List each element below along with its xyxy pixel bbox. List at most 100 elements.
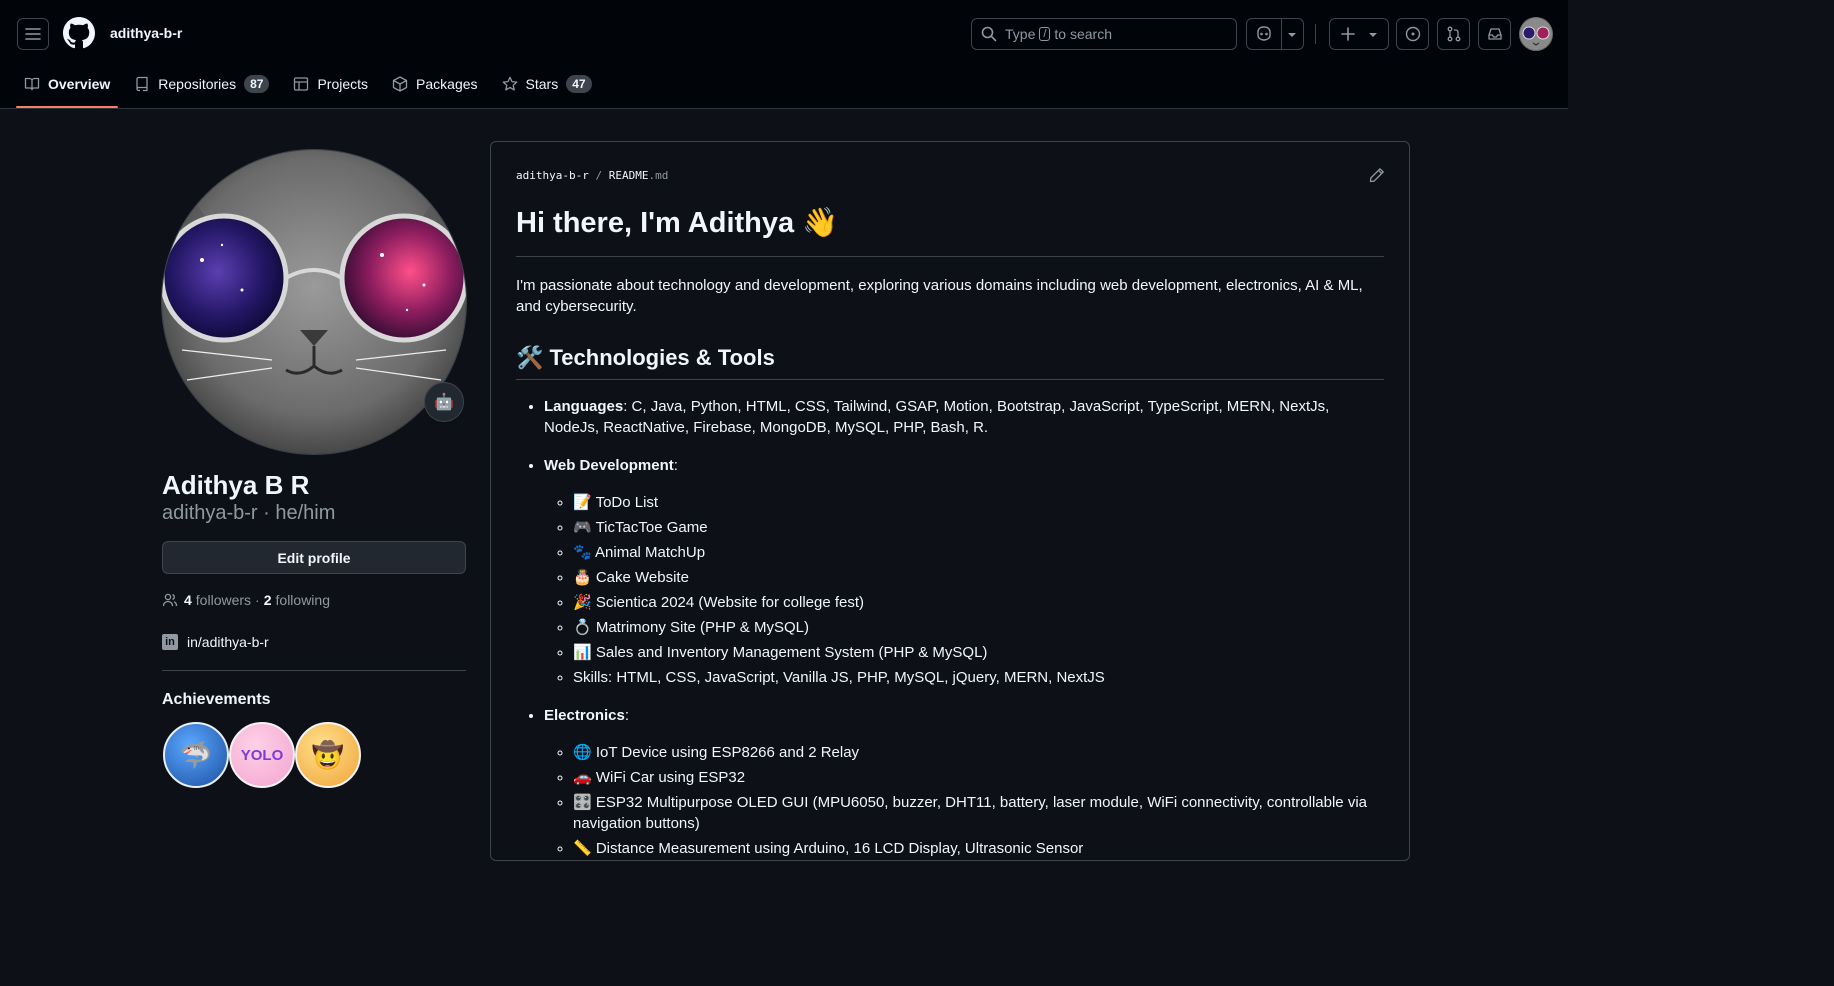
electronics-item: Electronics: 🌐 IoT Device using ESP8266 … <box>544 705 1384 859</box>
edit-readme-button[interactable] <box>1369 167 1385 183</box>
list-item: 🎮 TicTacToe Game <box>573 517 1384 538</box>
cowboy-icon: 🤠 <box>311 739 345 770</box>
list-item: 🚗 WiFi Car using ESP32 <box>573 767 1384 788</box>
list-item: 🎉 Scientica 2024 (Website for college fe… <box>573 592 1384 613</box>
tab-overview[interactable]: Overview <box>16 66 119 108</box>
follow-stats: 4 followers · 2 following <box>162 592 330 608</box>
tab-stars[interactable]: Stars 47 <box>494 66 600 102</box>
linkedin-handle: in/adithya-b-r <box>187 634 269 650</box>
create-chevron-down-icon <box>1368 30 1378 40</box>
readme-content: Hi there, I'm Adithya 👋 I'm passionate a… <box>516 202 1384 876</box>
tools-heading: 🛠️ Technologies & Tools <box>516 343 1384 380</box>
readme-path-user[interactable]: adithya-b-r <box>516 169 589 182</box>
profile-avatar[interactable] <box>162 150 466 454</box>
electronics-colon: : <box>624 707 630 724</box>
following-link[interactable]: 2 following <box>264 592 330 608</box>
repo-icon <box>134 76 150 92</box>
list-item: 🎂 Cake Website <box>573 567 1384 588</box>
list-item: 🌐 IoT Device using ESP8266 and 2 Relay <box>573 742 1384 763</box>
tab-overview-label: Overview <box>48 76 111 92</box>
languages-text: : C, Java, Python, HTML, CSS, Tailwind, … <box>544 398 1330 436</box>
readme-heading: Hi there, I'm Adithya 👋 <box>516 202 1384 257</box>
header-username[interactable]: adithya-b-r <box>110 25 182 41</box>
github-logo-icon[interactable] <box>63 17 95 49</box>
list-item: 🎛️ ESP32 Multipurpose OLED GUI (MPU6050,… <box>573 792 1384 834</box>
copilot-icon[interactable] <box>1255 26 1273 42</box>
achievement-badge-cowboy[interactable]: 🤠 <box>295 722 361 788</box>
list-item: 💍 Matrimony Site (PHP & MySQL) <box>573 617 1384 638</box>
inbox-icon <box>1487 28 1502 40</box>
search-icon <box>981 26 997 42</box>
hamburger-icon <box>25 28 41 40</box>
book-icon <box>24 76 40 92</box>
readme-path-ext: .md <box>648 169 669 182</box>
tools-list: Languages: C, Java, Python, HTML, CSS, T… <box>516 396 1384 859</box>
status-emoji-button[interactable]: 🤖 <box>424 382 464 422</box>
menu-button[interactable] <box>17 18 49 50</box>
readme-intro: I'm passionate about technology and deve… <box>516 277 1363 315</box>
cat-avatar-image <box>1519 17 1553 51</box>
people-icon <box>162 592 178 608</box>
achievement-badge-yolo[interactable]: YOLO <box>229 722 295 788</box>
languages-item: Languages: C, Java, Python, HTML, CSS, T… <box>544 396 1384 438</box>
global-header: adithya-b-r Type / to search Overview Re… <box>0 0 1568 109</box>
list-item: Skills: HTML, CSS, JavaScript, Vanilla J… <box>573 667 1384 688</box>
search-suffix: to search <box>1054 26 1113 42</box>
tab-packages-label: Packages <box>416 76 478 92</box>
readme-path: adithya-b-r / README.md <box>516 169 668 182</box>
linkedin-icon: in <box>162 634 178 650</box>
achievements-heading: Achievements <box>162 691 271 708</box>
shark-icon: 🦈 <box>179 739 213 770</box>
tab-stars-label: Stars <box>525 76 559 92</box>
readme-path-separator: / <box>595 169 603 182</box>
followers-link[interactable]: 4 followers <box>184 592 251 608</box>
package-icon <box>392 76 408 92</box>
tab-projects-label: Projects <box>317 76 369 92</box>
following-count: 2 <box>263 592 272 608</box>
list-item: 📝 ToDo List <box>573 492 1384 513</box>
pencil-icon <box>1369 168 1384 183</box>
octocat-status-icon: 🤖 <box>434 394 454 411</box>
table-icon <box>293 76 309 92</box>
electronics-label: Electronics <box>544 707 625 724</box>
followers-label: followers <box>195 592 252 608</box>
stars-count-badge: 47 <box>566 75 592 93</box>
tab-packages[interactable]: Packages <box>384 66 485 102</box>
copilot-split-divider <box>1281 19 1282 49</box>
following-label: following <box>275 592 330 608</box>
profile-full-name: Adithya B R <box>162 470 310 500</box>
follow-separator: · <box>255 592 260 608</box>
repositories-count-badge: 87 <box>244 75 270 93</box>
linkedin-link[interactable]: in in/adithya-b-r <box>162 634 269 650</box>
cat-with-galaxy-glasses-image <box>162 150 466 454</box>
pull-requests-button[interactable] <box>1437 18 1470 50</box>
languages-label: Languages <box>544 398 624 415</box>
search-prefix: Type <box>1005 26 1036 42</box>
header-separator <box>1315 24 1316 44</box>
readme-card: adithya-b-r / README.md Hi there, I'm Ad… <box>490 141 1410 861</box>
achievement-badge-shark[interactable]: 🦈 <box>163 722 229 788</box>
list-item: 📏 Distance Measurement using Arduino, 16… <box>573 838 1384 859</box>
search-input[interactable]: Type / to search <box>971 18 1237 50</box>
sidebar-divider <box>162 670 466 671</box>
electronics-projects-list: 🌐 IoT Device using ESP8266 and 2 Relay 🚗… <box>544 742 1384 859</box>
list-item: 🐾 Animal MatchUp <box>573 542 1384 563</box>
user-avatar-menu[interactable] <box>1519 17 1553 51</box>
profile-tabs: Overview Repositories 87 Projects Packag… <box>16 66 608 108</box>
followers-count: 4 <box>184 592 192 608</box>
copilot-button-group <box>1246 18 1304 50</box>
search-shortcut-key: / <box>1039 27 1051 41</box>
tab-repositories-label: Repositories <box>158 76 237 92</box>
yolo-icon: YOLO <box>240 746 284 764</box>
web-development-colon: : <box>673 457 678 474</box>
tab-projects[interactable]: Projects <box>285 66 376 102</box>
issues-button[interactable] <box>1396 18 1429 50</box>
inbox-button[interactable] <box>1478 18 1511 50</box>
tab-repositories[interactable]: Repositories 87 <box>126 66 277 102</box>
edit-profile-button[interactable]: Edit profile <box>162 541 466 574</box>
web-development-item: Web Development: 📝 ToDo List 🎮 TicTacToe… <box>544 455 1384 688</box>
copilot-chevron-down-icon[interactable] <box>1287 30 1297 40</box>
create-new-button[interactable] <box>1329 18 1389 50</box>
list-item: 📊 Sales and Inventory Management System … <box>573 642 1384 663</box>
issue-opened-icon <box>1405 26 1420 42</box>
